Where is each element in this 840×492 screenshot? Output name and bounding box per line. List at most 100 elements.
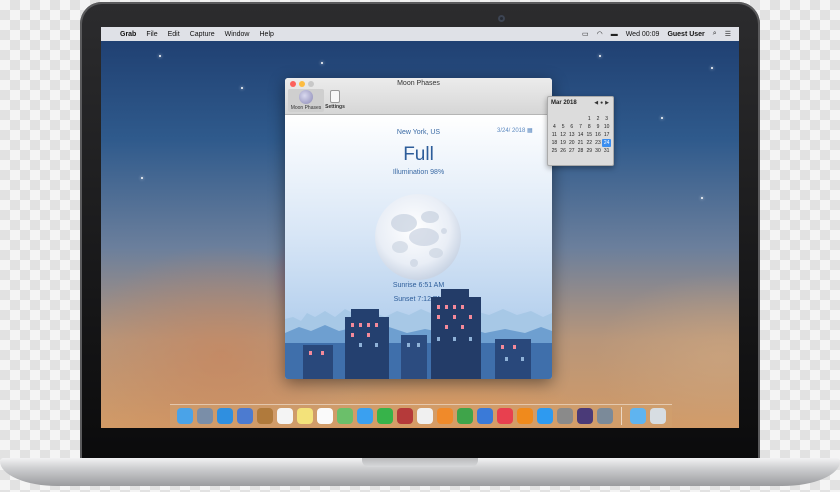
star xyxy=(241,87,243,89)
calendar-day[interactable]: 14 xyxy=(576,131,585,139)
wifi-icon[interactable]: ◠ xyxy=(593,30,607,38)
star xyxy=(599,55,601,57)
calendar-header: Mar 2018 ◀ ● ▶ xyxy=(548,97,613,108)
calendar-day[interactable]: 4 xyxy=(550,123,559,131)
music-icon[interactable] xyxy=(496,408,513,424)
calendar-day[interactable]: 29 xyxy=(585,147,594,155)
calendar-day[interactable]: 18 xyxy=(550,139,559,147)
star xyxy=(711,67,713,69)
calendar-day[interactable]: 20 xyxy=(567,139,576,147)
mail-stamp-icon[interactable] xyxy=(236,408,253,424)
calendar-icon[interactable] xyxy=(276,408,293,424)
calendar-day[interactable]: 28 xyxy=(576,147,585,155)
calendar-weekdays xyxy=(548,108,613,115)
calendar-day[interactable]: 9 xyxy=(594,123,603,131)
calendar-week-row: 4 5 6 7 8 9 10 xyxy=(548,123,613,131)
calendar-day[interactable]: 5 xyxy=(559,123,568,131)
battery-icon[interactable]: ▬ xyxy=(607,31,622,38)
moon-phases-icon[interactable] xyxy=(576,408,593,424)
photos-icon[interactable] xyxy=(416,408,433,424)
calendar-day[interactable] xyxy=(567,115,576,123)
reminders-icon[interactable] xyxy=(316,408,333,424)
keynote-icon[interactable] xyxy=(476,408,493,424)
calendar-day[interactable]: 2 xyxy=(594,115,603,123)
menu-bar: Grab File Edit Capture Window Help ▭ ◠ ▬… xyxy=(101,27,739,41)
pages-icon[interactable] xyxy=(436,408,453,424)
ibooks-icon[interactable] xyxy=(516,408,533,424)
calendar-week-row: 18 19 20 21 22 23 24 xyxy=(548,139,613,147)
launchpad-icon[interactable] xyxy=(196,408,213,424)
star xyxy=(701,197,703,199)
app-store-icon[interactable] xyxy=(536,408,553,424)
full-moon-image xyxy=(375,194,461,280)
calendar-day[interactable]: 31 xyxy=(602,147,611,155)
menu-capture[interactable]: Capture xyxy=(185,31,220,38)
system-preferences-icon[interactable] xyxy=(556,408,573,424)
airplay-icon[interactable]: ▭ xyxy=(578,30,593,38)
dock-separator xyxy=(620,407,622,425)
desktop-screen: Grab File Edit Capture Window Help ▭ ◠ ▬… xyxy=(101,27,739,428)
calendar-day[interactable]: 15 xyxy=(585,131,594,139)
calendar-day[interactable]: 17 xyxy=(602,131,611,139)
next-month-icon[interactable]: ▶ xyxy=(604,100,610,106)
messages-icon[interactable] xyxy=(356,408,373,424)
calendar-day-selected[interactable]: 24 xyxy=(602,139,612,147)
preview-icon[interactable] xyxy=(596,408,613,424)
calendar-day[interactable]: 7 xyxy=(576,123,585,131)
trash-icon[interactable] xyxy=(649,408,666,424)
notes-icon[interactable] xyxy=(296,408,313,424)
settings-switch-icon xyxy=(330,90,340,103)
notification-center-icon[interactable]: ☰ xyxy=(721,30,735,38)
calendar-day[interactable]: 16 xyxy=(594,131,603,139)
contacts-icon[interactable] xyxy=(256,408,273,424)
safari-icon[interactable] xyxy=(216,408,233,424)
calendar-day[interactable]: 13 xyxy=(567,131,576,139)
menu-app-name[interactable]: Grab xyxy=(115,31,141,38)
calendar-day[interactable] xyxy=(576,115,585,123)
laptop-notch xyxy=(362,458,478,467)
toolbar-settings-button[interactable]: Settings xyxy=(317,90,353,110)
photo-booth-icon[interactable] xyxy=(396,408,413,424)
calendar-day[interactable] xyxy=(559,115,568,123)
calendar-day[interactable]: 30 xyxy=(594,147,603,155)
menu-edit[interactable]: Edit xyxy=(163,31,185,38)
downloads-folder-icon[interactable] xyxy=(629,408,646,424)
dock xyxy=(170,404,672,427)
calendar-day[interactable]: 27 xyxy=(567,147,576,155)
calendar-day[interactable]: 8 xyxy=(585,123,594,131)
star xyxy=(661,117,663,119)
spotlight-icon[interactable]: ⌕ xyxy=(709,30,721,38)
calendar-day[interactable]: 26 xyxy=(559,147,568,155)
numbers-icon[interactable] xyxy=(456,408,473,424)
calendar-day[interactable]: 12 xyxy=(559,131,568,139)
calendar-popover: Mar 2018 ◀ ● ▶ 1 2 3 4 5 6 7 8 9 10 11 1… xyxy=(547,96,614,166)
date-picker-field[interactable]: 3/24/ 2018 ▦ xyxy=(497,127,533,134)
date-value: 3/24/ 2018 xyxy=(497,128,526,134)
calendar-day[interactable]: 21 xyxy=(576,139,585,147)
calendar-week-row: 25 26 27 28 29 30 31 xyxy=(548,147,613,155)
calendar-day[interactable]: 19 xyxy=(559,139,568,147)
menu-window[interactable]: Window xyxy=(220,31,255,38)
calendar-icon: ▦ xyxy=(527,128,533,134)
calendar-day[interactable]: 25 xyxy=(550,147,559,155)
calendar-day[interactable]: 6 xyxy=(567,123,576,131)
calendar-day[interactable]: 23 xyxy=(594,139,603,147)
calendar-day[interactable]: 3 xyxy=(602,115,611,123)
maps-icon[interactable] xyxy=(336,408,353,424)
star xyxy=(321,62,323,64)
menu-file[interactable]: File xyxy=(141,31,162,38)
illumination-label: Illumination 98% xyxy=(392,169,445,176)
menu-clock[interactable]: Wed 00:09 xyxy=(622,31,664,38)
camera xyxy=(498,15,505,22)
moon-phases-window: Moon Phases Moon Phases Settings New Yor… xyxy=(285,78,552,379)
finder-icon[interactable] xyxy=(176,408,193,424)
calendar-day[interactable] xyxy=(550,115,559,123)
calendar-day[interactable]: 22 xyxy=(585,139,594,147)
menu-user[interactable]: Guest User xyxy=(663,31,708,38)
cityscape-illustration xyxy=(285,289,552,379)
facetime-icon[interactable] xyxy=(376,408,393,424)
menu-help[interactable]: Help xyxy=(255,31,279,38)
calendar-day[interactable]: 11 xyxy=(550,131,559,139)
calendar-day[interactable]: 10 xyxy=(602,123,611,131)
calendar-day[interactable]: 1 xyxy=(585,115,594,123)
